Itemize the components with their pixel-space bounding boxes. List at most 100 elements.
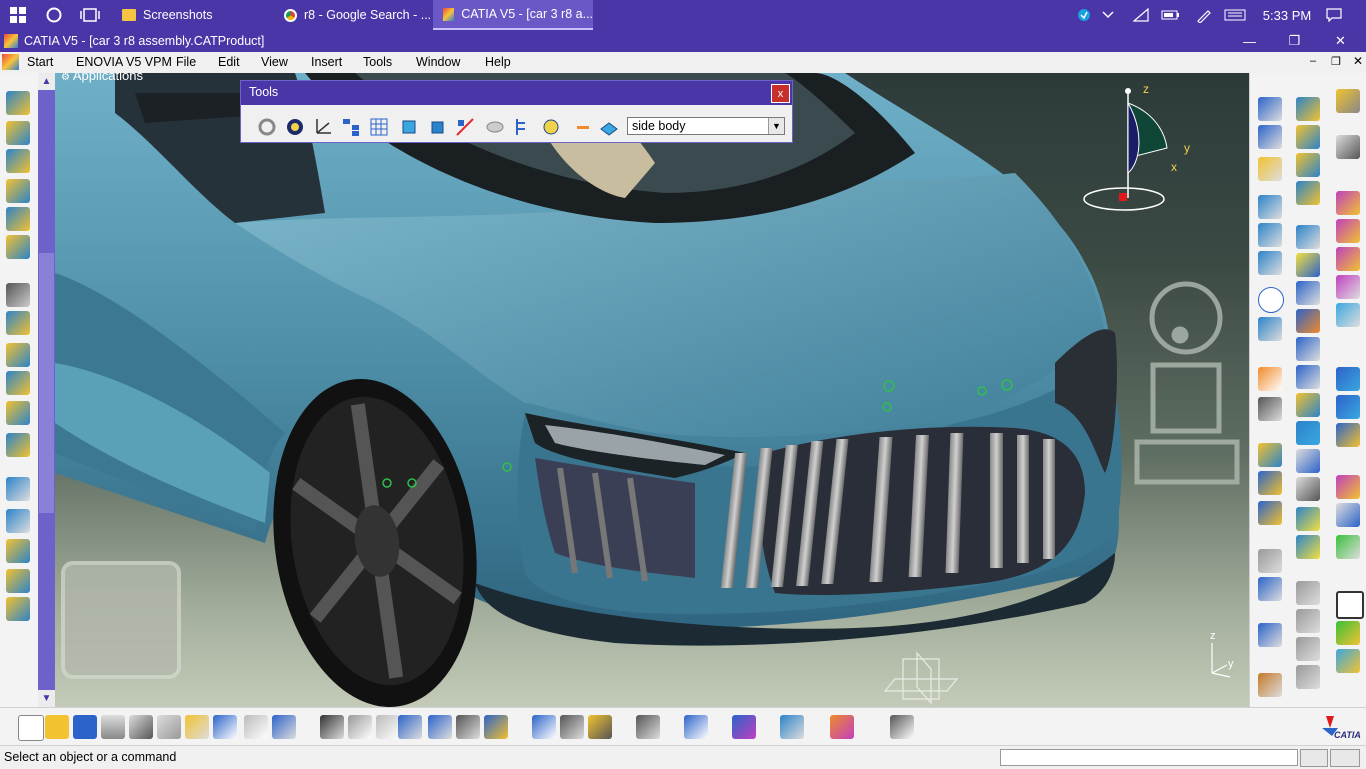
line-type-icon[interactable] (573, 117, 593, 137)
menu-window[interactable]: Window (416, 55, 460, 69)
menu-help[interactable]: Help (485, 55, 511, 69)
shaft-icon[interactable] (1336, 247, 1360, 271)
operation-icon-2[interactable] (1258, 577, 1282, 601)
swap-icon[interactable] (1336, 503, 1360, 527)
helix-icon[interactable] (1258, 251, 1282, 275)
cut-icon[interactable] (129, 715, 153, 739)
wifi-icon[interactable] (1132, 0, 1150, 30)
disabled-icon-1[interactable] (1296, 581, 1320, 605)
capture-icon[interactable] (636, 715, 660, 739)
blend-icon[interactable] (6, 311, 30, 335)
constraint-icon[interactable] (1258, 501, 1282, 525)
formula-icon[interactable] (320, 715, 344, 739)
table-icon[interactable] (398, 715, 422, 739)
scroll-down-button[interactable]: ▼ (38, 690, 55, 707)
datum-icon[interactable] (6, 597, 30, 621)
knowledge-icon[interactable] (348, 715, 372, 739)
spline-icon[interactable] (1258, 223, 1282, 247)
extrude-icon[interactable] (6, 121, 30, 145)
doc-close-button[interactable]: ✕ (1353, 54, 1363, 68)
3d-viewport[interactable]: z y z y x ⚙ Applications (55, 73, 1249, 707)
fit-all-icon[interactable] (1296, 253, 1320, 277)
cube-icon[interactable] (427, 117, 447, 137)
scroll-up-button[interactable]: ▲ (38, 73, 55, 90)
draft-icon[interactable] (1336, 475, 1360, 499)
keyboard-icon[interactable] (1222, 0, 1248, 30)
command-input[interactable] (1000, 749, 1298, 766)
offset-icon[interactable] (6, 207, 30, 231)
axis-system-icon[interactable] (313, 117, 333, 137)
dimension-icon[interactable] (532, 715, 556, 739)
profile-icon[interactable] (1258, 471, 1282, 495)
polyline-icon[interactable] (1258, 195, 1282, 219)
save-icon[interactable] (73, 715, 97, 739)
disabled-icon-3[interactable] (1296, 637, 1320, 661)
print-icon[interactable] (101, 715, 125, 739)
open-file-icon[interactable] (45, 715, 69, 739)
pad-icon[interactable] (1336, 191, 1360, 215)
taskbar-item-screenshots[interactable]: Screenshots (112, 0, 272, 30)
pocket-icon[interactable] (1336, 219, 1360, 243)
publish-icon[interactable] (890, 715, 914, 739)
apply-appearance-icon[interactable] (830, 715, 854, 739)
menu-view[interactable]: View (261, 55, 288, 69)
fly-icon[interactable] (1296, 225, 1320, 249)
select-icon[interactable] (1258, 367, 1282, 391)
hide-show-icon[interactable] (485, 117, 505, 137)
plane-icon[interactable] (1296, 125, 1320, 149)
car-model[interactable]: z y z y x (55, 73, 1249, 707)
apply-material-icon[interactable] (1336, 649, 1360, 673)
chevron-up-icon[interactable] (1100, 0, 1116, 30)
disabled-icon-2[interactable] (1296, 609, 1320, 633)
scissors-icon[interactable] (1258, 397, 1282, 421)
rotate-icon[interactable] (1296, 309, 1320, 333)
layer-dropdown[interactable]: side body ▼ (627, 117, 785, 135)
instantiate-icon[interactable] (484, 715, 508, 739)
pattern-icon[interactable] (6, 509, 30, 533)
trim-icon[interactable] (6, 401, 30, 425)
material-icon[interactable] (1336, 535, 1360, 559)
annotation-icon[interactable] (684, 715, 708, 739)
disabled-icon-4[interactable] (1296, 665, 1320, 689)
status-button-2[interactable] (1330, 749, 1360, 767)
task-view-icon[interactable] (75, 0, 105, 30)
extract-icon[interactable] (6, 539, 30, 563)
operation-icon-1[interactable] (1258, 549, 1282, 573)
menu-tools[interactable]: Tools (363, 55, 392, 69)
tools-panel-close-button[interactable]: x (771, 84, 790, 103)
surface-icon[interactable] (1296, 97, 1320, 121)
copy-icon[interactable] (157, 715, 181, 739)
tools-panel-header[interactable]: Tools x (241, 81, 792, 105)
catalog-icon[interactable] (428, 715, 452, 739)
hole-icon[interactable] (1336, 303, 1360, 327)
swap-visible-icon[interactable] (1296, 535, 1320, 559)
groove-icon[interactable] (1336, 275, 1360, 299)
boundary-icon[interactable] (6, 433, 30, 457)
hand-icon[interactable] (285, 117, 305, 137)
sketch-tools-icon[interactable] (1258, 443, 1282, 467)
paste-icon[interactable] (185, 715, 209, 739)
iso-view-icon[interactable] (1296, 449, 1320, 473)
windows-start-icon[interactable] (3, 0, 33, 30)
graph-icon[interactable] (1258, 623, 1282, 647)
app-tray-icon[interactable] (1075, 0, 1093, 30)
zoom-in-icon[interactable] (1296, 337, 1320, 361)
update-icon[interactable] (257, 117, 277, 137)
grid-icon[interactable] (369, 117, 389, 137)
new-file-icon[interactable] (18, 715, 44, 741)
render-icon[interactable] (1258, 673, 1282, 697)
shading-icon[interactable] (1296, 477, 1320, 501)
catia-menu-icon[interactable] (2, 54, 19, 70)
zoom-out-icon[interactable] (1296, 365, 1320, 389)
circle-icon[interactable] (1258, 287, 1284, 313)
notification-icon[interactable] (1320, 0, 1348, 30)
3d-box-icon[interactable] (399, 117, 419, 137)
frame-icon[interactable] (1336, 591, 1364, 619)
minimize-button[interactable]: — (1227, 30, 1272, 52)
taskbar-item-catia[interactable]: CATIA V5 - [car 3 r8 a... (433, 0, 593, 30)
menu-insert[interactable]: Insert (311, 55, 342, 69)
split-icon[interactable] (6, 371, 30, 395)
menu-edit[interactable]: Edit (218, 55, 240, 69)
project-icon[interactable] (1296, 153, 1320, 177)
intersect-icon[interactable] (1296, 181, 1320, 205)
